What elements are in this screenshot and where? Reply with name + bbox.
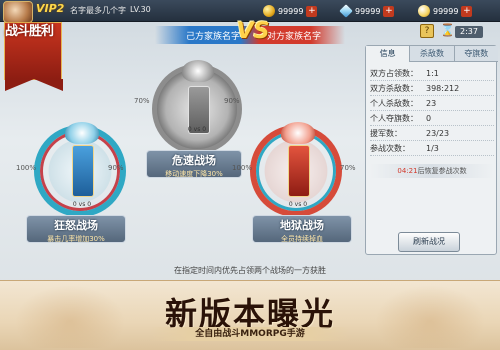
crest-icon xyxy=(182,60,214,82)
player-level: LV.30 xyxy=(130,5,151,14)
left-right-percent: 90% xyxy=(108,164,124,172)
help-icon[interactable]: ? xyxy=(420,24,434,38)
enemy-family-name: 对方家族名字 xyxy=(267,32,322,42)
info-key: 双方占领数： xyxy=(370,68,418,78)
center-right-percent: 90% xyxy=(224,97,240,105)
info-value: 1:1 xyxy=(426,68,439,78)
field-desc: 暴击几率增加30% xyxy=(47,235,105,243)
diamond-icon xyxy=(339,4,353,18)
center-left-percent: 70% xyxy=(134,97,150,105)
info-value: 398:212 xyxy=(426,83,460,93)
field-name: 危速战场 xyxy=(172,154,216,167)
gold-icon xyxy=(263,5,275,17)
field-score: 0 vs 0 xyxy=(72,201,92,208)
battlefield-right-plate: 地狱战场 全员持续掉血 xyxy=(252,215,352,243)
vs-icon: VS xyxy=(236,19,270,44)
own-family-name: 己方家族名字 xyxy=(185,32,240,42)
revive-countdown: 04:21后恢复参战次数 xyxy=(370,164,494,178)
info-value: 0 xyxy=(426,113,432,123)
victory-rule-text: 在指定时间内优先占领两个战场的一方获胜 xyxy=(174,266,326,275)
countdown-timer: 2:37 xyxy=(455,26,483,38)
crest-icon xyxy=(281,122,315,144)
crest-icon xyxy=(65,122,99,144)
player-name: 名字最多几个字 xyxy=(70,6,126,15)
field-name: 狂怒战场 xyxy=(54,219,98,232)
diamond-add-button[interactable]: + xyxy=(383,5,395,17)
panel-tabs: 信息 杀敌数 夺旗数 xyxy=(366,46,498,62)
diamond-resource: 99999 + xyxy=(339,3,395,19)
gold-resource: 99999 + xyxy=(263,3,318,19)
field-desc: 移动速度下降30% xyxy=(165,170,223,178)
info-row: 个人夺旗数： 0 xyxy=(370,111,494,126)
info-key: 双方杀敌数： xyxy=(370,83,418,93)
info-key: 个人杀敌数： xyxy=(370,98,418,108)
tab-info[interactable]: 信息 xyxy=(366,46,411,62)
info-row: 双方占领数： 1:1 xyxy=(370,66,494,81)
flag-icon xyxy=(72,145,94,197)
field-name: 地狱战场 xyxy=(280,219,324,232)
stamina-add-button[interactable]: + xyxy=(461,5,473,17)
field-score: 0 vs 0 xyxy=(288,201,308,208)
flag-icon xyxy=(288,145,310,197)
victory-title: 战斗胜利 xyxy=(4,24,54,39)
diamond-value: 99999 xyxy=(355,6,381,16)
refresh-status-button[interactable]: 刷新战况 xyxy=(398,232,460,252)
tab-kills[interactable]: 杀敌数 xyxy=(410,46,455,62)
revive-time: 04:21 xyxy=(397,167,418,175)
left-left-percent: 100% xyxy=(16,164,37,172)
info-key: 个人夺旗数： xyxy=(370,113,418,123)
stamina-icon xyxy=(418,5,430,17)
info-row: 援军数： 23/23 xyxy=(370,126,494,141)
info-key: 援军数： xyxy=(370,128,402,138)
info-rows: 双方占领数： 1:1 双方杀敌数： 398:212 个人杀敌数： 23 个人夺旗数： 0… xyxy=(370,66,494,156)
right-left-percent: 100% xyxy=(232,164,253,172)
tab-flags[interactable]: 夺旗数 xyxy=(454,46,498,62)
gold-value: 99999 xyxy=(278,6,304,16)
info-row: 个人杀敌数： 23 xyxy=(370,96,494,111)
right-right-percent: 70% xyxy=(340,164,356,172)
info-value: 23/23 xyxy=(426,128,450,138)
info-row: 参战次数： 1/3 xyxy=(370,141,494,156)
field-score: 0 vs 0 xyxy=(187,126,207,133)
stamina-resource: 99999 + xyxy=(418,3,473,19)
info-value: 23 xyxy=(426,98,437,108)
stamina-value: 99999 xyxy=(433,6,459,16)
info-row: 双方杀敌数： 398:212 xyxy=(370,81,494,96)
promo-subtitle: 全自由战斗MMORPG手游 xyxy=(150,327,350,341)
battlefield-center-plate: 危速战场 移动速度下降30% xyxy=(146,150,242,178)
battlefield-left-plate: 狂怒战场 暴击几率增加30% xyxy=(26,215,126,243)
hourglass-icon: ⌛ xyxy=(440,23,455,37)
field-desc: 全员持续掉血 xyxy=(281,235,323,243)
vip-badge: VIP2 xyxy=(36,2,65,15)
revive-text: 后恢复参战次数 xyxy=(417,167,467,175)
info-value: 1/3 xyxy=(426,143,439,153)
info-panel: 信息 杀敌数 夺旗数 双方占领数： 1:1 双方杀敌数： 398:212 个人杀敌数… xyxy=(365,45,498,255)
gold-add-button[interactable]: + xyxy=(306,5,318,17)
info-key: 参战次数： xyxy=(370,143,410,153)
